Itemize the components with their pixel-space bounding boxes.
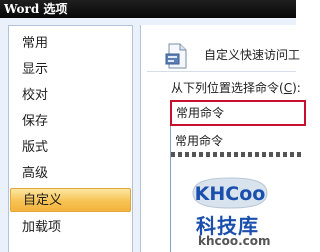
sidebar-item-label: 显示 (22, 62, 49, 77)
sidebar-nav: 常用 显示 校对 保存 版式 高级 自定义 加载项 (8, 25, 133, 252)
sidebar-item-label: 加载项 (22, 220, 62, 235)
sidebar-item-popular[interactable]: 常用 (10, 32, 131, 56)
sidebar-item-customize[interactable]: 自定义 (10, 188, 131, 212)
title-bar: Word 选项 (0, 0, 296, 18)
watermark-url: khcoo.com (198, 234, 271, 248)
sidebar-item-label: 自定义 (23, 193, 63, 208)
sidebar-item-display[interactable]: 显示 (10, 58, 131, 82)
sidebar-item-layout[interactable]: 版式 (10, 136, 131, 160)
choose-commands-label: 从下列位置选择命令(C): (171, 79, 301, 96)
sidebar-item-add-ins[interactable]: 加载项 (10, 216, 131, 240)
sidebar-item-proofing[interactable]: 校对 (10, 84, 131, 108)
sidebar-item-label: 校对 (22, 88, 49, 103)
sidebar-item-advanced[interactable]: 高级 (10, 162, 131, 186)
choose-label-suffix: ): (292, 81, 301, 95)
window-title: Word 选项 (4, 2, 68, 16)
choose-label-access-key: C (283, 81, 293, 95)
heading-divider (147, 71, 296, 72)
sidebar-item-label: 高级 (22, 166, 49, 181)
sidebar-item-label: 常用 (22, 36, 49, 51)
sidebar-item-label: 版式 (22, 140, 49, 155)
choose-label-prefix: 从下列位置选择命令( (171, 81, 284, 95)
choose-commands-dropdown[interactable]: 常用命令 (170, 100, 306, 126)
sidebar-item-label: 保存 (22, 114, 49, 129)
sidebar-item-save[interactable]: 保存 (10, 110, 131, 134)
panel-heading: 自定义快速访问工 (204, 48, 301, 62)
list-item[interactable]: 常用命令 (175, 132, 223, 149)
list-separator (171, 152, 301, 157)
watermark-logo-icon: KHCoo (192, 177, 268, 209)
svg-text:KHCoo: KHCoo (195, 183, 266, 205)
document-icon (165, 43, 187, 69)
